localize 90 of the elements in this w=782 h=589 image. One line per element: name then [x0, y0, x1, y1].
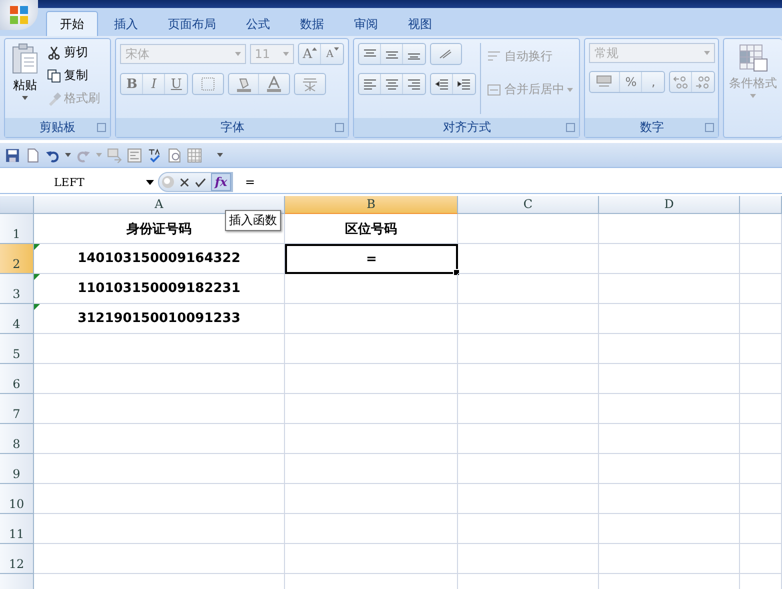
logo-icon [8, 4, 30, 26]
wrap-icon [487, 50, 502, 64]
clipboard-icon [11, 43, 39, 75]
ribbon-tab[interactable]: 数据 [286, 11, 338, 36]
ribbon-tab[interactable]: 插入 [100, 11, 152, 36]
circle-icon [162, 176, 174, 188]
clipboard-button[interactable]: 复制 [45, 66, 102, 85]
new-document-icon[interactable] [25, 148, 40, 162]
caret-icon[interactable] [217, 153, 223, 157]
percent-button[interactable]: % [620, 72, 642, 92]
row-header[interactable]: 3 [0, 274, 34, 304]
underline-button[interactable]: U [165, 74, 188, 94]
table-cell [740, 424, 782, 454]
group-label: 剪贴板 [5, 118, 110, 137]
caret-icon[interactable] [65, 153, 71, 157]
table-cell [740, 544, 782, 574]
ribbon-tab[interactable]: 页面布局 [154, 11, 230, 36]
office-button[interactable] [0, 0, 38, 30]
column-header[interactable] [740, 196, 782, 214]
table-cell [740, 454, 782, 484]
caret-icon[interactable] [22, 96, 28, 100]
spelling-check-icon[interactable] [147, 148, 162, 162]
comma-button[interactable]: , [642, 72, 664, 92]
dialog-launcher-icon[interactable] [97, 123, 106, 132]
table-cell [740, 484, 782, 514]
formula-field[interactable]: = [232, 172, 782, 192]
row-header[interactable]: 6 [0, 364, 34, 394]
row-header[interactable]: 2 [0, 244, 34, 274]
grid-icon[interactable] [187, 148, 202, 162]
cell-text: 身份证号码 [126, 220, 192, 238]
ribbon-tab[interactable]: 公式 [232, 11, 284, 36]
table-cell [740, 274, 782, 304]
column-header[interactable]: D [599, 196, 740, 214]
row-header[interactable]: 12 [0, 544, 34, 574]
row-header[interactable]: 9 [0, 454, 34, 484]
group-label: 字体 [116, 118, 348, 137]
table-grid-icon [738, 43, 768, 73]
form-icon[interactable] [127, 148, 142, 162]
bold-button[interactable]: B [121, 74, 144, 94]
clipboard-button[interactable]: 剪切 [45, 43, 102, 62]
cell-text: 312190150010091233 [78, 311, 240, 326]
up-triangle-icon [312, 47, 318, 51]
cancel-icon[interactable] [179, 176, 190, 188]
ribbon-tab[interactable]: 审阅 [340, 11, 392, 36]
scissors-icon [47, 46, 61, 60]
print-preview-icon[interactable] [167, 148, 182, 162]
table-cell [740, 334, 782, 364]
row-header[interactable]: 8 [0, 424, 34, 454]
merge-icon [487, 82, 502, 96]
fill-handle[interactable] [453, 269, 460, 276]
shrink-font-button[interactable]: A [321, 44, 344, 64]
check-icon[interactable] [195, 176, 206, 188]
dialog-launcher-icon[interactable] [566, 123, 576, 132]
paste-button[interactable]: 粘贴 [9, 43, 41, 100]
save-icon[interactable] [5, 148, 20, 162]
insert-function-button[interactable]: fx [211, 173, 231, 191]
row-header[interactable]: 7 [0, 394, 34, 424]
table-cell [740, 244, 782, 274]
row-header[interactable]: 10 [0, 484, 34, 514]
row-header[interactable]: 11 [0, 514, 34, 544]
row-header[interactable]: 5 [0, 334, 34, 364]
italic-button[interactable]: I [143, 74, 166, 94]
column-header[interactable]: A [34, 196, 285, 214]
cell-text: 140103150009164322 [78, 251, 240, 266]
ribbon-tab[interactable]: 视图 [394, 11, 446, 36]
column-header[interactable]: C [458, 196, 599, 214]
table-cell [740, 364, 782, 394]
row-header[interactable]: 1 [0, 214, 34, 244]
ribbon-tab[interactable]: 开始 [46, 11, 98, 36]
cell-text: 110103150009182231 [78, 281, 240, 296]
table-cell [740, 394, 782, 424]
copy-icon [47, 68, 61, 82]
row-header[interactable]: 4 [0, 304, 34, 334]
group-label: 数字 [585, 118, 718, 137]
down-triangle-icon [334, 47, 339, 51]
cell-text: = [366, 252, 377, 266]
tooltip: 插入函数 [225, 210, 281, 231]
group-label: 对齐方式 [354, 118, 580, 137]
table-cell [740, 304, 782, 334]
comment-icon[interactable] [107, 148, 122, 162]
table-cell [740, 514, 782, 544]
select-all-corner[interactable] [0, 196, 34, 214]
dialog-launcher-icon[interactable] [705, 123, 714, 132]
grow-font-button[interactable]: A [299, 44, 322, 64]
dialog-launcher-icon[interactable] [335, 123, 344, 132]
cell-text: 区位号码 [345, 220, 397, 238]
table-cell [740, 214, 782, 244]
column-header[interactable]: B [285, 196, 458, 214]
brush-icon [47, 92, 61, 106]
name-box[interactable]: LEFT [0, 172, 158, 192]
